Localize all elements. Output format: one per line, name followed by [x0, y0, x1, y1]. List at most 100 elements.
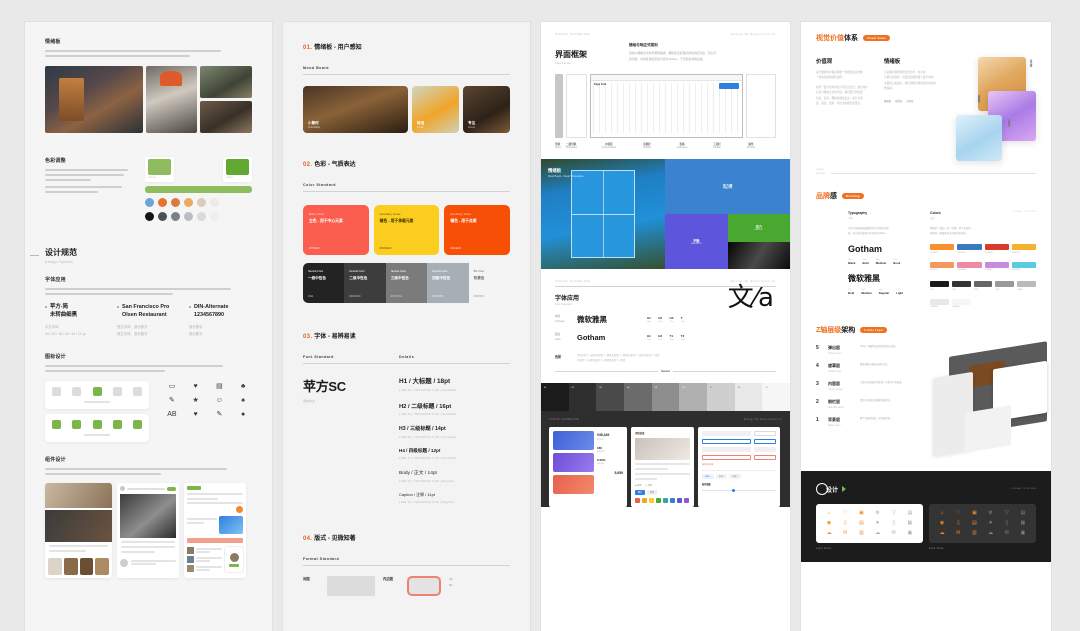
mood-caption-en: Friendship [308, 126, 321, 129]
branding-title-rest: 感 [830, 193, 837, 201]
swatch-hex: #C88ADC [984, 269, 994, 272]
mood-block-texture [727, 241, 790, 269]
metric-value: 18pt [647, 321, 652, 323]
glyph-icon: ♣ [240, 383, 246, 391]
format-inner-box [407, 576, 441, 596]
swatch-row-warm [145, 198, 252, 207]
icon-settings: ✷ [875, 520, 880, 527]
neutral-name: 二级中性色 [349, 276, 368, 280]
section-label: Mood Board [303, 66, 329, 70]
icon-mail-alt: ✉ [891, 530, 896, 537]
design-system-section: 设计规范 Design System 字体应用 苹方-简 未转曲细黑 中文字体 2… [25, 247, 272, 443]
neutral-name: 三级中性色 [390, 276, 409, 280]
icon-cloud-alt: ☁ [988, 530, 994, 537]
brand-font-latin: Gotham [848, 244, 883, 255]
icon-mail-alt: ✉ [1004, 530, 1009, 537]
photo-portrait [145, 66, 197, 133]
neutral-swatch: Neutral Color 二级中性色 #3C3C3C [344, 263, 386, 303]
photo-interior [45, 66, 143, 133]
wire-cap-en: Subsidiary [566, 146, 578, 149]
icon-lock: ▣ [972, 510, 977, 517]
details-label: Details [399, 355, 415, 359]
mood-block-en: BALANCE [691, 243, 702, 245]
metric-key: H1 [647, 316, 651, 320]
section-label: Color Standard [303, 183, 336, 187]
icon-trash: ▣ [1020, 530, 1026, 537]
metric-amount: ¥45,449 [597, 433, 610, 438]
type-scale-list: H1 / 大标题 / 18pt LINE 26 | TRACKING 0.00 … [399, 376, 510, 513]
type-scale-title: H2 / 二级标题 / 16pt [399, 403, 452, 410]
gray-scale-strip: 01 02 03 04 05 06 07 08 09 [541, 383, 790, 412]
component-title: 组件设计 [45, 457, 66, 464]
guideline-header-right: Design By Experience.UI [731, 32, 776, 36]
branding-colors-col: Colors 色彩 VISUAL SYSTEM 整体是「温和」和「沉静」两个色调… [930, 211, 1036, 308]
type-scale-meta: LINE 17 | TRACKING 0.00 | Semibold [399, 456, 457, 460]
section-label: Format Standard [303, 557, 340, 561]
weight-name: Medium [861, 291, 872, 296]
metric-value: 12pt [680, 321, 686, 323]
neutral-hex: #7A7A7A [390, 295, 402, 298]
icon-bulb: ◉ [939, 520, 945, 527]
font-usage-section: VISUAL GUIDELINE Design By Experience.UI… [541, 269, 790, 383]
mood-image: 鲜活 Fresh [412, 86, 459, 133]
mood-block-vitality: 活力感 VITALITY [665, 159, 790, 214]
glyph-icon: ☺ [215, 397, 223, 405]
wire-cap-en: Present [746, 146, 756, 149]
brand-gray-row-1: #111 #333 #666 #999 #BBB [930, 281, 1036, 291]
photo-gallery [199, 101, 252, 133]
stat-tile [553, 431, 594, 451]
design-system-board: 情绪板 色彩调整 #8FBC5E #63A832 设计规范 Design Sys… [0, 0, 1080, 631]
metric-key: H3 [669, 316, 674, 320]
zaxis-section: Z轴层级架构 Z-Axis Layer 5 弹出层 Popup Layer Toa… [801, 319, 1051, 471]
font-family-item: 苹方-简 未转曲细黑 中文字体 24 / 20 / 18 / 16 / 14 / … [45, 303, 108, 337]
font-family-name: 苹方SC [303, 379, 346, 394]
font-usage-name: 微软雅黑 [577, 315, 607, 324]
font-meta2: 部分数字 [189, 331, 203, 336]
green-chips: #8FBC5E #63A832 [145, 157, 252, 182]
mood-image: 专注 Focus [463, 86, 510, 133]
colors-subheading: 色彩 [930, 217, 935, 221]
font-name-line2: Olsen Restaurant [122, 312, 167, 319]
icon-toolbox: ▤ [859, 520, 864, 527]
zaxis-title-hl: Z轴层级 [816, 327, 842, 335]
guideline-header-left: VISUAL GUIDELINE [555, 32, 591, 36]
gray-hex: #F6F6F6 [951, 306, 960, 309]
icon-grid: ▦ [907, 520, 913, 527]
layer-description: Toast、弹窗等突出性质的提示信息。 [860, 346, 898, 349]
layer-number: 1 [816, 417, 819, 424]
tennis-court-photo: 情绪板 Mood Board - Visual Temperature [541, 159, 665, 269]
format-outer-box [327, 576, 375, 596]
content-card: 详情信息 ◉ 选项 ◯ 选项 确认 取消 [631, 427, 694, 508]
font-usage-name: Gotham [577, 333, 606, 342]
font-name-line1: DIN-Alternate [194, 304, 229, 310]
icon-trash: ▣ [907, 530, 913, 537]
type-scale-meta: LINE 15 | TRACKING 0.00 | Regular [399, 500, 454, 504]
section-mood-board: 01. 情绪板 - 用户感知 Mood Board 小聚时 Friendship 鲜… [303, 36, 510, 133]
zaxis-title-rest: 架构 [841, 327, 856, 335]
typography-subheading: 字体 [848, 217, 853, 221]
layer-name-cn: 遮罩层 [828, 363, 840, 369]
font-name-line1: 苹方-简 [50, 304, 68, 310]
icon-cloud-alt: ☁ [875, 530, 881, 537]
icon-grid: ▦ [1020, 520, 1026, 527]
wireframe-diagram: Page Grid [555, 74, 776, 138]
swatch-hex: #3D79BF [957, 251, 966, 254]
wireframe-properties-pane [746, 74, 776, 138]
layer-name-en: Popup Layer [828, 352, 842, 356]
type-scale-item: H3 / 三级标题 / 14pt LINE 20 | TRACKING 0.00… [399, 425, 510, 439]
color-chip-strip [635, 498, 690, 504]
font-name-line2: 未转曲细黑 [50, 312, 77, 319]
section-number: 02. [303, 162, 313, 168]
neutral-tag: Neutral Color [432, 270, 448, 273]
icon-filter: ▽ [891, 510, 896, 517]
visual-value-title-rest: 体系 [844, 35, 858, 42]
panel-mood-and-specs: 情绪板 色彩调整 #8FBC5E #63A832 设计规范 Design Sys… [25, 22, 272, 631]
neutral-tag: Neutral Color [390, 270, 407, 273]
zaxis-3d-visual [921, 341, 1051, 467]
branding-pill: Branding [842, 193, 864, 200]
icon-card-default [45, 381, 149, 410]
colors-line: 本体的一套更和有活力的色彩体系。 [930, 232, 969, 236]
mood-title: 情绪板 [45, 39, 61, 45]
format-outer-label: 间距 [303, 577, 310, 581]
type-scale-item: H4 / 四级标题 / 12pt LINE 17 | TRACKING 0.00… [399, 448, 510, 461]
